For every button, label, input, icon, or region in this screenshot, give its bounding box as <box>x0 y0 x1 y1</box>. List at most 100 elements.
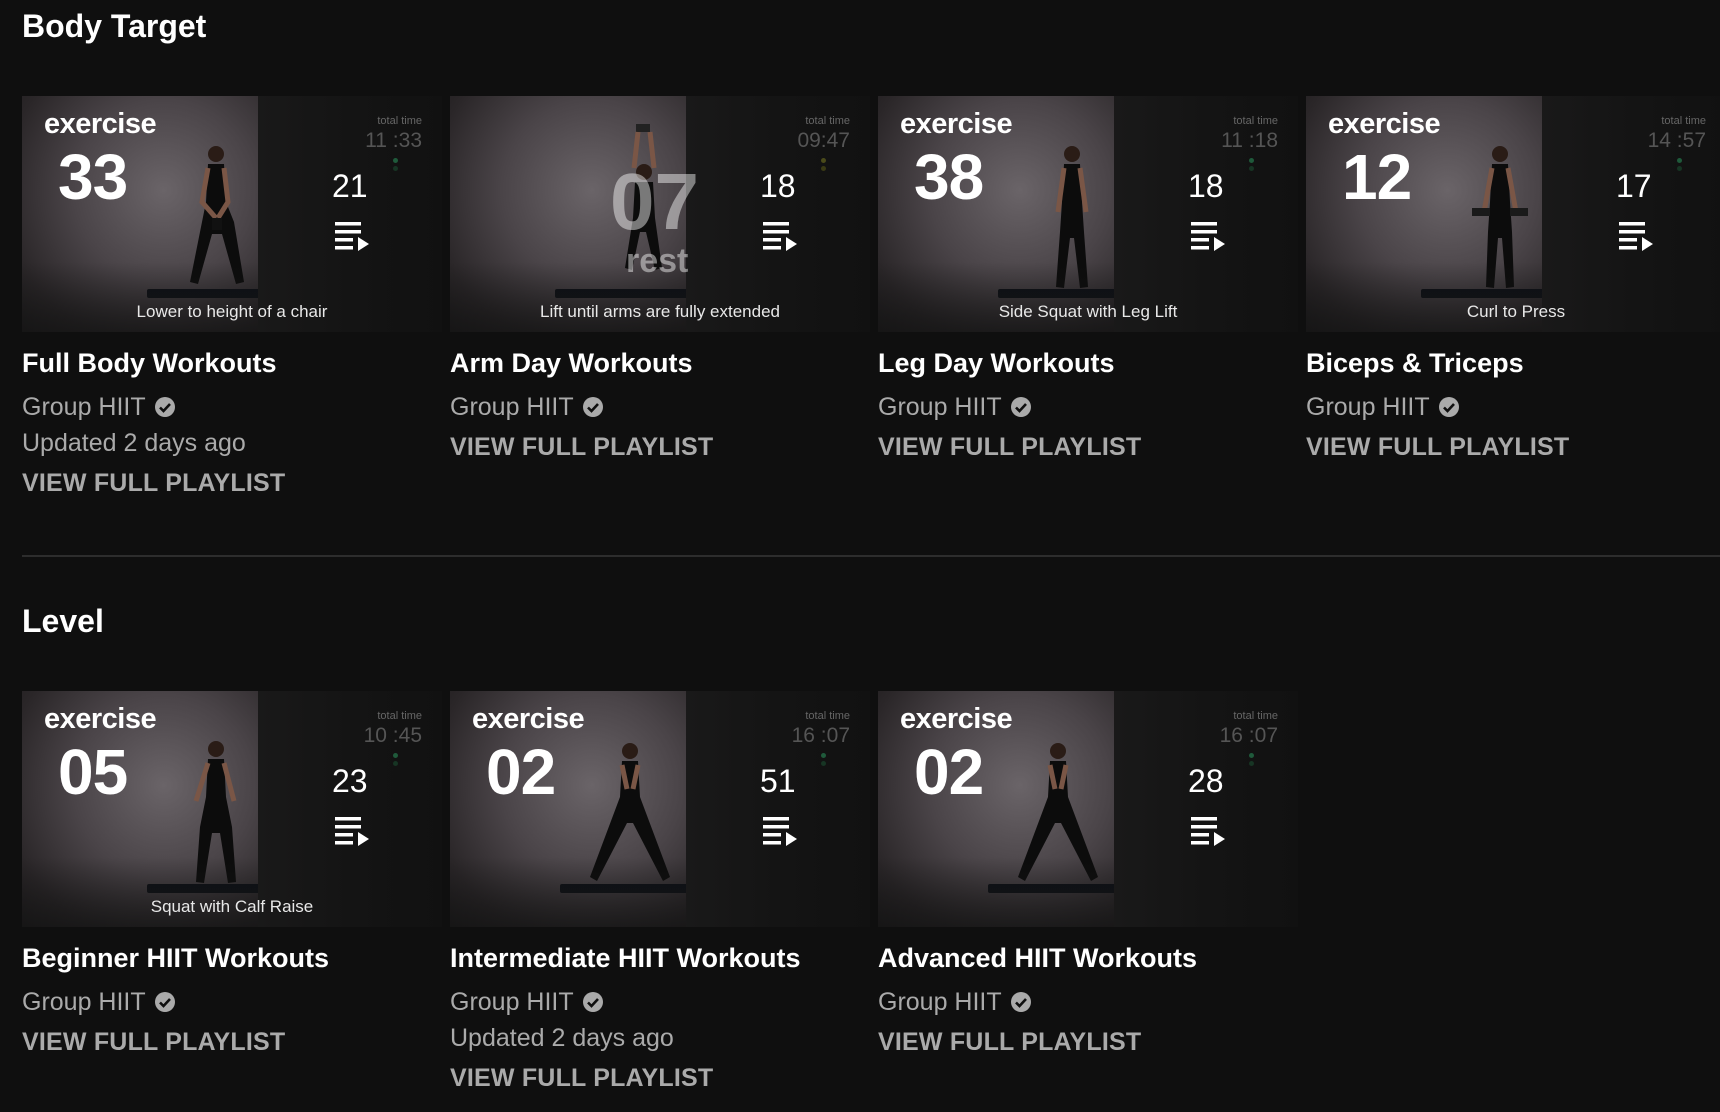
athlete-figure <box>590 743 670 881</box>
playlist-thumbnail[interactable]: exercise 12 Curl to Press total time 14 … <box>1306 96 1720 332</box>
playlist-play-icon <box>1191 222 1225 251</box>
playlist-card-intermediate: exercise 02 total time 16 :07 51 Interme… <box>450 691 870 1094</box>
updated-text: Updated 2 days ago <box>22 429 246 457</box>
total-time-label: total time <box>1233 710 1278 722</box>
video-count: 51 <box>760 763 796 799</box>
total-time-label: total time <box>377 710 422 722</box>
channel-label: Group HIIT <box>878 988 1002 1016</box>
verified-check-icon <box>154 992 175 1012</box>
view-full-playlist-link[interactable]: VIEW FULL PLAYLIST <box>450 1062 870 1094</box>
playlist-title[interactable]: Beginner HIIT Workouts <box>22 942 442 974</box>
exercise-label: exercise <box>1328 108 1441 140</box>
rest-label: rest <box>626 242 689 280</box>
total-time-value: 16 :07 <box>1219 724 1278 747</box>
playlist-thumbnail[interactable]: exercise 02 total time 16 :07 51 <box>450 691 870 927</box>
channel-name[interactable]: Group HIIT <box>1306 391 1720 423</box>
channel-name[interactable]: Group HIIT <box>450 986 870 1018</box>
exercise-caption: Curl to Press <box>1466 302 1566 321</box>
total-time-value: 09:47 <box>797 129 850 152</box>
athlete-figure <box>190 146 244 284</box>
channel-name[interactable]: Group HIIT <box>450 391 870 423</box>
exercise-number: 02 <box>914 736 984 808</box>
channel-name[interactable]: Group HIIT <box>878 986 1298 1018</box>
playlist-card-advanced: exercise 02 total time 16 :07 28 Advance… <box>878 691 1298 1094</box>
total-time-value: 14 :57 <box>1647 129 1706 152</box>
rest-number: 07 <box>610 157 699 246</box>
verified-check-icon <box>1010 992 1031 1012</box>
view-full-playlist-link[interactable]: VIEW FULL PLAYLIST <box>878 431 1298 463</box>
video-count: 17 <box>1616 168 1652 204</box>
playlist-title[interactable]: Advanced HIIT Workouts <box>878 942 1298 974</box>
athlete-figure <box>193 741 237 883</box>
total-time-label: total time <box>805 710 850 722</box>
total-time-label: total time <box>805 115 850 127</box>
playlist-card-arm-day: 07 rest Lift until arms are fully extend… <box>450 96 870 499</box>
view-full-playlist-link[interactable]: VIEW FULL PLAYLIST <box>450 431 870 463</box>
exercise-number: 05 <box>58 736 128 808</box>
exercise-label: exercise <box>44 703 157 735</box>
channel-name[interactable]: Group HIIT <box>878 391 1298 423</box>
total-time-label: total time <box>377 115 422 127</box>
playlist-title[interactable]: Biceps & Triceps <box>1306 347 1720 379</box>
playlist-thumbnail[interactable]: exercise 05 Squat with Calf Raise total … <box>22 691 442 927</box>
athlete-figure <box>1472 146 1528 288</box>
playlist-play-icon <box>335 817 369 846</box>
playlist-grid: exercise 05 Squat with Calf Raise total … <box>22 691 1298 1094</box>
channel-label: Group HIIT <box>878 393 1002 421</box>
updated-text: Updated 2 days ago <box>450 1024 674 1052</box>
verified-check-icon <box>154 397 175 417</box>
verified-check-icon <box>1010 397 1031 417</box>
exercise-number: 38 <box>914 141 984 213</box>
channel-label: Group HIIT <box>22 988 146 1016</box>
playlist-title[interactable]: Arm Day Workouts <box>450 347 870 379</box>
athlete-figure <box>1018 743 1098 881</box>
section-divider <box>22 555 1720 557</box>
total-time-value: 10 :45 <box>363 724 422 747</box>
video-count: 18 <box>1188 168 1224 204</box>
playlist-card-biceps-triceps: exercise 12 Curl to Press total time 14 … <box>1306 96 1720 499</box>
playlist-thumbnail[interactable]: exercise 33 Lower to height of a chair t… <box>22 96 442 332</box>
playlist-title[interactable]: Full Body Workouts <box>22 347 442 379</box>
exercise-caption: Squat with Calf Raise <box>150 897 314 916</box>
shelf-body-target: Body Target exercise 33 Lower to height … <box>22 8 1720 497</box>
channel-label: Group HIIT <box>450 988 574 1016</box>
playlist-title[interactable]: Leg Day Workouts <box>878 347 1298 379</box>
video-count: 18 <box>760 168 796 204</box>
playlist-grid: exercise 33 Lower to height of a chair t… <box>22 96 1720 499</box>
playlist-thumbnail[interactable]: 07 rest Lift until arms are fully extend… <box>450 96 870 332</box>
view-full-playlist-link[interactable]: VIEW FULL PLAYLIST <box>878 1026 1298 1058</box>
playlist-play-icon <box>335 222 369 251</box>
total-time-value: 16 :07 <box>791 724 850 747</box>
playlist-play-icon <box>1619 222 1653 251</box>
playlist-play-icon <box>763 222 797 251</box>
channel-name[interactable]: Group HIIT <box>22 391 442 423</box>
playlist-title[interactable]: Intermediate HIIT Workouts <box>450 942 870 974</box>
channel-label: Group HIIT <box>22 393 146 421</box>
playlist-play-icon <box>763 817 797 846</box>
view-full-playlist-link[interactable]: VIEW FULL PLAYLIST <box>1306 431 1720 463</box>
shelf-title: Level <box>22 603 104 639</box>
playlist-card-leg-day: exercise 38 Side Squat with Leg Lift tot… <box>878 96 1298 499</box>
exercise-label: exercise <box>44 108 157 140</box>
total-time-label: total time <box>1233 115 1278 127</box>
channel-name[interactable]: Group HIIT <box>22 986 442 1018</box>
total-time-label: total time <box>1661 115 1706 127</box>
playlist-play-icon <box>1191 817 1225 846</box>
total-time-value: 11 :33 <box>365 129 422 152</box>
verified-check-icon <box>582 397 603 417</box>
shelf-title: Body Target <box>22 8 207 44</box>
exercise-label: exercise <box>900 108 1013 140</box>
exercise-caption: Lower to height of a chair <box>136 302 328 321</box>
exercise-number: 12 <box>1342 141 1412 213</box>
playlist-thumbnail[interactable]: exercise 38 Side Squat with Leg Lift tot… <box>878 96 1298 332</box>
video-count: 28 <box>1188 763 1224 799</box>
exercise-number: 33 <box>58 141 128 213</box>
video-count: 21 <box>332 168 368 204</box>
exercise-caption: Side Squat with Leg Lift <box>998 302 1178 321</box>
playlist-card-beginner: exercise 05 Squat with Calf Raise total … <box>22 691 442 1094</box>
exercise-label: exercise <box>900 703 1013 735</box>
playlist-thumbnail[interactable]: exercise 02 total time 16 :07 28 <box>878 691 1298 927</box>
exercise-label: exercise <box>472 703 585 735</box>
view-full-playlist-link[interactable]: VIEW FULL PLAYLIST <box>22 1026 442 1058</box>
view-full-playlist-link[interactable]: VIEW FULL PLAYLIST <box>22 467 442 499</box>
